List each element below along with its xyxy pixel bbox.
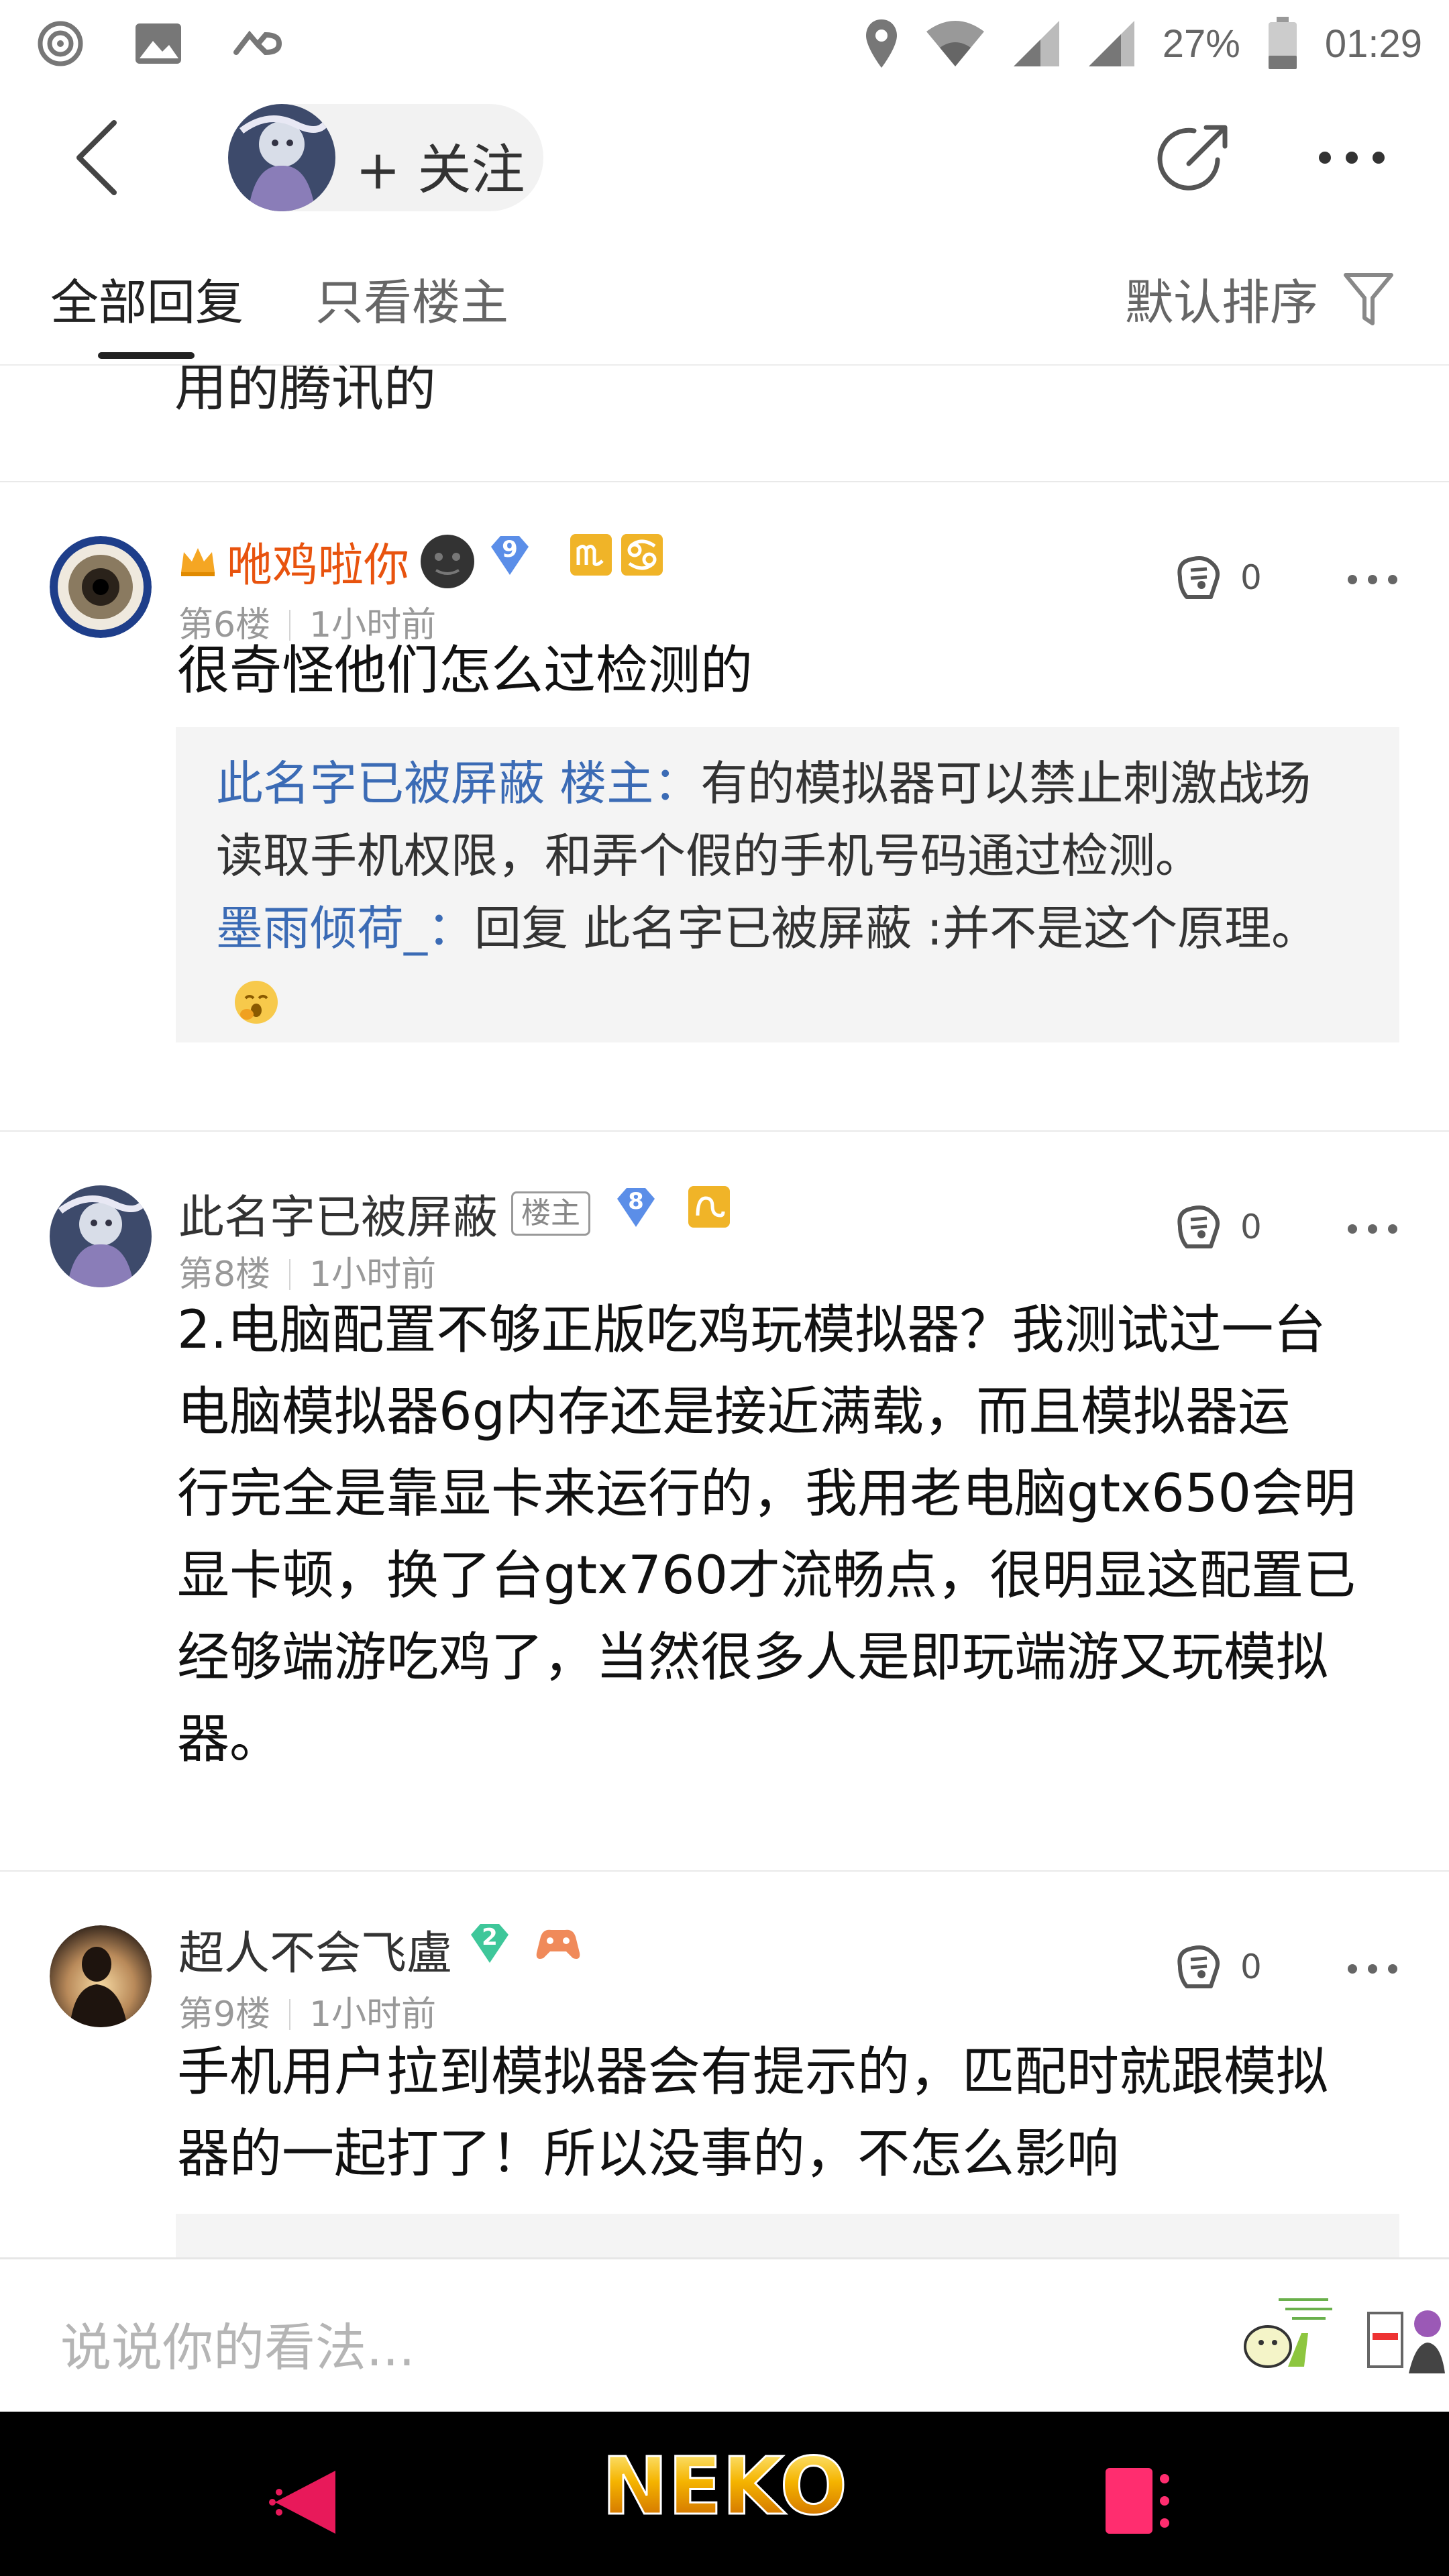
author-avatar xyxy=(228,104,335,211)
location-icon xyxy=(865,19,897,68)
username[interactable]: 超人不会飞盧 xyxy=(178,1916,452,1982)
clock: 01:29 xyxy=(1324,21,1422,66)
reply-item: 超人不会飞盧 2 第9楼 1小时前 0 手机用户拉到模拟器会有提示的，匹配时就跟… xyxy=(0,1872,1449,2257)
zodiac-badge-icon xyxy=(688,1185,731,1228)
like-fist-icon xyxy=(1177,1205,1220,1248)
crown-icon xyxy=(181,547,215,576)
body-line: 经够端游吃鸡了，当然很多人是即玩端游又玩模拟 xyxy=(177,1627,1329,1688)
status-bar: 27% 01:29 xyxy=(0,0,1449,87)
reply-tabs: 全部回复 只看楼主 默认排序 xyxy=(0,228,1449,366)
nested-reply: 墨雨倾荷_：回复 此名字已被屏蔽 :并不是这个原理。 xyxy=(216,892,1356,1037)
diamond-level-icon: 8 xyxy=(612,1183,660,1231)
more-dots-icon[interactable] xyxy=(1346,570,1399,590)
body-line: 行完全是靠显卡来运行的，我用老电脑gtx650会明 xyxy=(177,1464,1356,1524)
diamond-level-icon: 2 xyxy=(466,1919,514,1967)
reply-body: 很奇怪他们怎么过检测的 xyxy=(177,641,753,701)
like-button[interactable]: 0 xyxy=(1171,544,1271,611)
top-navbar: + 关注 xyxy=(0,87,1449,228)
like-button[interactable]: 0 xyxy=(1171,1933,1271,2000)
level-number: 9 xyxy=(502,535,518,563)
nested-replies[interactable]: 此名字已被屏蔽 楼主：有的模拟器可以禁止刺激战场读取手机权限，和弄个假的手机号码… xyxy=(176,727,1399,1042)
zodiac-badge-icon xyxy=(570,533,612,576)
avatar[interactable] xyxy=(50,1185,152,1287)
nested-replies[interactable] xyxy=(176,2214,1399,2257)
avatar[interactable] xyxy=(50,1925,152,2027)
follow-label: + 关注 xyxy=(356,139,525,201)
floor-number: 第9楼 xyxy=(178,1994,271,2035)
reply-meta: 第8楼 1小时前 xyxy=(178,1246,436,1296)
nested-reply-author[interactable]: 墨雨倾荷_ xyxy=(216,901,427,956)
signal-swirl-icon xyxy=(38,21,83,66)
reply-time: 1小时前 xyxy=(309,1994,437,2035)
sort-dropdown[interactable]: 默认排序 xyxy=(1125,263,1318,333)
active-tab-indicator xyxy=(98,352,195,359)
follow-author-button[interactable]: + 关注 xyxy=(228,104,543,211)
emoji-icon xyxy=(421,534,475,588)
username-row: 此名字已被屏蔽 楼主 8 xyxy=(178,1180,731,1246)
like-fist-icon xyxy=(1177,1945,1220,1988)
nav-recent-icon[interactable] xyxy=(1100,2464,1181,2538)
more-dots-icon[interactable] xyxy=(1315,141,1389,174)
previous-reply-text: 用的腾讯的 xyxy=(174,366,437,418)
tab-op-only[interactable]: 只看楼主 xyxy=(315,263,508,333)
like-button[interactable]: 0 xyxy=(1171,1193,1271,1260)
cell-signal-icon xyxy=(1013,21,1059,66)
body-line: 器的一起打了！所以没事的，不怎么影响 xyxy=(177,2124,1120,2184)
cell-signal-icon xyxy=(1088,21,1134,66)
neko-logo[interactable]: NEKO xyxy=(584,2438,865,2539)
like-count: 0 xyxy=(1240,558,1262,597)
username-row: 超人不会飞盧 2 xyxy=(178,1916,582,1982)
username[interactable]: 咃鸡啦你 xyxy=(227,528,409,594)
yawn-emoji-icon xyxy=(235,981,278,1024)
body-line: 2.电脑配置不够正版吃鸡玩模拟器？我测试过一台 xyxy=(177,1300,1326,1360)
like-count: 0 xyxy=(1240,1947,1262,1986)
share-icon[interactable] xyxy=(1154,121,1231,198)
op-tag: 楼主 xyxy=(511,1191,591,1236)
body-line: 电脑模拟器6g内存还是接近满载，而且模拟器运 xyxy=(177,1382,1291,1442)
infinity-icon xyxy=(233,30,282,56)
logo-text: NEKO xyxy=(602,2440,847,2532)
username[interactable]: 此名字已被屏蔽 xyxy=(178,1180,498,1246)
gamepad-badge-icon xyxy=(536,1929,580,1959)
nested-reply-author[interactable]: 此名字已被屏蔽 楼主 xyxy=(216,756,653,811)
body-line: 手机用户拉到模拟器会有提示的，匹配时就跟模拟 xyxy=(177,2042,1329,2102)
like-fist-icon xyxy=(1177,556,1220,599)
image-icon xyxy=(136,23,181,64)
comment-input-bar: 说说你的看法... xyxy=(0,2257,1449,2412)
battery-percent: 27% xyxy=(1162,21,1240,66)
body-line: 器。 xyxy=(177,1709,282,1770)
reply-item: 咃鸡啦你 9 第6楼 1小时前 0 很奇怪他们怎么过检测的 此名字已被屏蔽 楼主… xyxy=(0,482,1449,1160)
reply-body: 2.电脑配置不够正版吃鸡玩模拟器？我测试过一台 电脑模拟器6g内存还是接近满载，… xyxy=(177,1289,1425,1780)
comment-input[interactable]: 说说你的看法... xyxy=(60,2306,415,2380)
system-nav-bar: NEKO xyxy=(0,2412,1449,2576)
body-line: 显卡顿，换了台gtx760才流畅点，很明显这配置已 xyxy=(177,1546,1356,1606)
filter-funnel-icon[interactable] xyxy=(1342,270,1395,327)
diamond-level-icon: 9 xyxy=(486,531,534,579)
sticker-icon[interactable] xyxy=(1362,2300,1449,2380)
wifi-icon xyxy=(926,21,984,66)
reply-body: 手机用户拉到模拟器会有提示的，匹配时就跟模拟 器的一起打了！所以没事的，不怎么影… xyxy=(177,2031,1425,2195)
username-row: 咃鸡啦你 9 xyxy=(178,528,663,594)
nav-back-icon[interactable] xyxy=(268,2465,342,2539)
level-number: 2 xyxy=(482,1923,498,1951)
battery-icon xyxy=(1268,17,1297,69)
reply-meta: 第9楼 1小时前 xyxy=(178,1986,436,2036)
reply-time: 1小时前 xyxy=(309,1254,437,1295)
more-dots-icon[interactable] xyxy=(1346,1959,1399,1979)
avatar[interactable] xyxy=(50,536,152,638)
status-right-icons: 27% 01:29 xyxy=(865,13,1422,74)
nested-reply: 此名字已被屏蔽 楼主：有的模拟器可以禁止刺激战场读取手机权限，和弄个假的手机号码… xyxy=(216,756,1311,883)
reply-item: 此名字已被屏蔽 楼主 8 第8楼 1小时前 0 2.电脑配置不够正版吃鸡玩模拟器… xyxy=(0,1132,1449,1870)
nested-reply-text: 回复 此名字已被屏蔽 :并不是这个原理。 xyxy=(474,901,1319,956)
more-dots-icon[interactable] xyxy=(1346,1219,1399,1239)
sticker-icon[interactable] xyxy=(1234,2293,1335,2380)
tab-all-replies[interactable]: 全部回复 xyxy=(50,263,244,333)
like-count: 0 xyxy=(1240,1208,1262,1246)
zodiac-badge-icon xyxy=(621,533,663,576)
reply-feed[interactable]: 用的腾讯的 咃鸡啦你 9 第6楼 1小时前 0 很奇怪他们怎么过检测的 此名字已… xyxy=(0,366,1449,2257)
status-left-icons xyxy=(34,13,286,74)
back-arrow-icon[interactable] xyxy=(67,117,134,198)
floor-number: 第8楼 xyxy=(178,1254,271,1295)
level-number: 8 xyxy=(628,1187,644,1215)
